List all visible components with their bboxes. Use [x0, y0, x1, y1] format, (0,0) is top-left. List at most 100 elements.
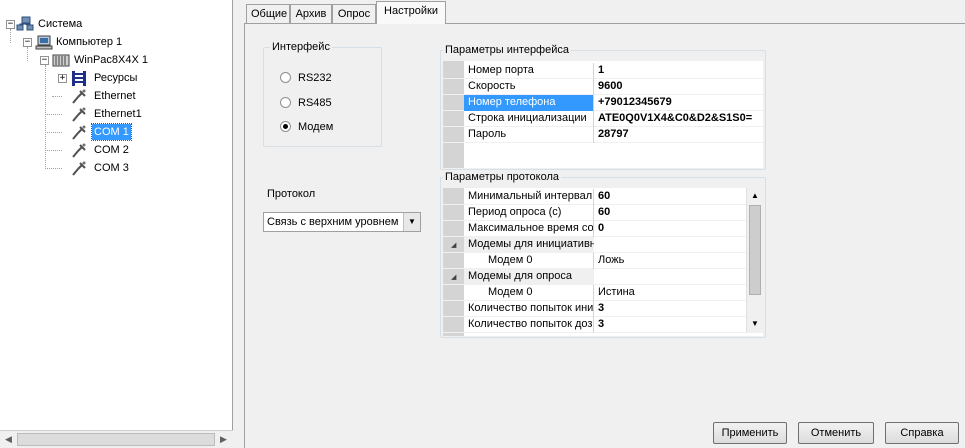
- param-row-phone[interactable]: Номер телефона +79012345679: [443, 95, 763, 111]
- tree-horizontal-scrollbar[interactable]: ◀ ▶: [0, 430, 233, 448]
- param-row-modem0-poll[interactable]: Модем 0 Истина: [443, 285, 763, 301]
- tree-item-ethernet1[interactable]: Ethernet1: [0, 106, 230, 123]
- radio-circle[interactable]: [280, 97, 291, 108]
- param-value[interactable]: Истина: [594, 285, 744, 301]
- param-row-max-time[interactable]: Максимальное время со 0: [443, 221, 763, 237]
- param-value[interactable]: 9600: [594, 79, 763, 95]
- param-row-password[interactable]: Пароль 28797: [443, 127, 763, 143]
- tree-item-controller[interactable]: − WinPac8X4X 1: [0, 52, 230, 69]
- param-row-init-attempts[interactable]: Количество попыток ини 3: [443, 301, 763, 317]
- interface-params-title: Параметры интерфейса: [443, 43, 571, 57]
- param-value[interactable]: 60: [594, 189, 744, 205]
- param-name: Модем 0: [464, 285, 594, 301]
- param-row-min-interval[interactable]: Минимальный интервал 60: [443, 189, 763, 205]
- param-category-initiative-modems[interactable]: ◢ Модемы для инициативн: [443, 237, 763, 253]
- param-value[interactable]: 60: [594, 205, 744, 221]
- controller-icon: [52, 54, 70, 67]
- tab-archive[interactable]: Архив: [290, 4, 332, 23]
- port-icon: [72, 89, 86, 104]
- param-category-poll-modems[interactable]: ◢ Модемы для опроса: [443, 269, 763, 285]
- param-value[interactable]: Ложь: [594, 253, 744, 269]
- cancel-button[interactable]: Отменить: [798, 422, 874, 444]
- param-value[interactable]: 28797: [594, 127, 763, 143]
- param-row-init-string[interactable]: Строка инициализации ATE0Q0V1X4&C0&D2&S1…: [443, 111, 763, 127]
- tree-item-label: Ethernet: [94, 90, 136, 102]
- protocol-params-scrollbar[interactable]: ▲ ▼: [746, 188, 763, 332]
- tree-item-computer[interactable]: − Компьютер 1: [0, 34, 230, 51]
- tab-general[interactable]: Общие: [246, 4, 290, 23]
- param-row-port[interactable]: Номер порта 1: [443, 63, 763, 79]
- protocol-select-value: Связь с верхним уровнем: [267, 216, 399, 228]
- param-value: [594, 237, 744, 253]
- interface-group-title: Интерфейс: [270, 40, 332, 54]
- protocol-params-grid[interactable]: Минимальный интервал 60 Период опроса (с…: [443, 188, 763, 336]
- collapse-icon[interactable]: −: [40, 56, 49, 65]
- port-icon: [72, 161, 86, 176]
- param-name: Максимальное время со: [464, 221, 594, 237]
- interface-params-grid[interactable]: Номер порта 1 Скорость 9600 Номер телефо…: [443, 61, 763, 168]
- tree-item-com3[interactable]: COM 3: [0, 160, 230, 177]
- collapse-triangle-icon[interactable]: ◢: [451, 273, 456, 281]
- object-tree[interactable]: − Система − Компьютер 1 − WinPac8X4X 1 +: [0, 0, 233, 430]
- radio-circle[interactable]: [280, 121, 291, 132]
- param-value[interactable]: 0: [594, 221, 744, 237]
- collapse-triangle-icon[interactable]: ◢: [451, 241, 456, 249]
- param-value[interactable]: ATE0Q0V1X4&C0&D2&S1S0=: [594, 111, 763, 127]
- tree-item-label: WinPac8X4X 1: [74, 54, 148, 66]
- chevron-down-icon[interactable]: ▼: [403, 213, 420, 231]
- protocol-params-title: Параметры протокола: [443, 170, 562, 184]
- tree-item-label: Компьютер 1: [56, 36, 123, 48]
- param-value[interactable]: 1: [594, 63, 763, 79]
- tree-item-label: Система: [38, 18, 83, 30]
- port-icon: [72, 143, 86, 158]
- tree-item-resources[interactable]: + Ресурсы: [0, 70, 230, 87]
- tree-item-label: COM 2: [94, 144, 129, 156]
- param-value: [594, 269, 744, 285]
- param-name: Строка инициализации: [464, 111, 594, 127]
- scroll-up-icon[interactable]: ▲: [747, 188, 763, 204]
- settings-panel: Интерфейс RS232 RS485 Модем Протокол Свя…: [244, 23, 965, 448]
- param-value[interactable]: 3: [594, 317, 744, 333]
- scrollbar-thumb[interactable]: [749, 205, 761, 295]
- network-system-icon: [16, 16, 34, 31]
- radio-label: Модем: [298, 121, 334, 133]
- scroll-left-icon[interactable]: ◀: [5, 434, 12, 445]
- tree-item-ethernet[interactable]: Ethernet: [0, 88, 230, 105]
- param-row-modem0-initiative[interactable]: Модем 0 Ложь: [443, 253, 763, 269]
- param-name: Период опроса (с): [464, 205, 594, 221]
- tree-item-label: Ethernet1: [94, 108, 142, 120]
- protocol-params-group: Параметры протокола Минимальный интервал…: [440, 170, 766, 338]
- tree-item-label: COM 3: [94, 162, 129, 174]
- param-value[interactable]: 3: [594, 301, 744, 317]
- radio-label: RS485: [298, 97, 332, 109]
- tree-item-com2[interactable]: COM 2: [0, 142, 230, 159]
- param-value[interactable]: +79012345679: [594, 95, 763, 111]
- param-row-poll-period[interactable]: Период опроса (с) 60: [443, 205, 763, 221]
- tab-polling[interactable]: Опрос: [332, 4, 376, 23]
- radio-label: RS232: [298, 72, 332, 84]
- computer-icon: [35, 35, 53, 50]
- param-name: Количество попыток доз: [464, 317, 594, 333]
- resources-icon: [72, 71, 86, 86]
- param-name: Модемы для опроса: [464, 269, 594, 285]
- param-name: Пароль: [464, 127, 594, 143]
- tree-item-label: COM 1: [91, 123, 132, 141]
- scroll-down-icon[interactable]: ▼: [747, 316, 763, 332]
- tree-item-system[interactable]: − Система: [0, 16, 230, 33]
- tab-settings[interactable]: Настройки: [376, 1, 446, 24]
- param-name: Номер порта: [464, 63, 594, 79]
- expand-icon[interactable]: +: [58, 74, 67, 83]
- param-row-dial-attempts[interactable]: Количество попыток доз 3: [443, 317, 763, 333]
- radio-circle[interactable]: [280, 72, 291, 83]
- collapse-icon[interactable]: −: [6, 20, 15, 29]
- param-name: Скорость: [464, 79, 594, 95]
- panel-splitter[interactable]: [234, 0, 242, 448]
- param-row-speed[interactable]: Скорость 9600: [443, 79, 763, 95]
- scrollbar-thumb[interactable]: [17, 433, 215, 446]
- apply-button[interactable]: Применить: [713, 422, 787, 444]
- collapse-icon[interactable]: −: [23, 38, 32, 47]
- protocol-select[interactable]: Связь с верхним уровнем ▼: [263, 212, 421, 232]
- help-button[interactable]: Справка: [885, 422, 959, 444]
- tree-item-com1[interactable]: COM 1: [0, 123, 230, 141]
- scroll-right-icon[interactable]: ▶: [220, 434, 227, 445]
